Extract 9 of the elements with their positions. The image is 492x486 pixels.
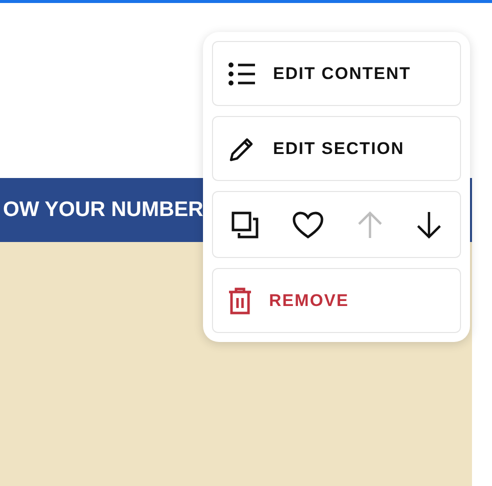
duplicate-icon[interactable] [231,210,259,238]
arrow-down-icon[interactable] [416,210,442,238]
banner-title: OW YOUR NUMBER [3,197,204,224]
menu-item[interactable]: EDIT SECTION [212,116,461,181]
list-icon [228,62,256,86]
trash-icon [228,286,252,314]
menu-item[interactable]: EDIT CONTENT [212,41,461,106]
remove-item[interactable]: REMOVE [212,268,461,333]
heart-icon[interactable] [292,210,324,238]
